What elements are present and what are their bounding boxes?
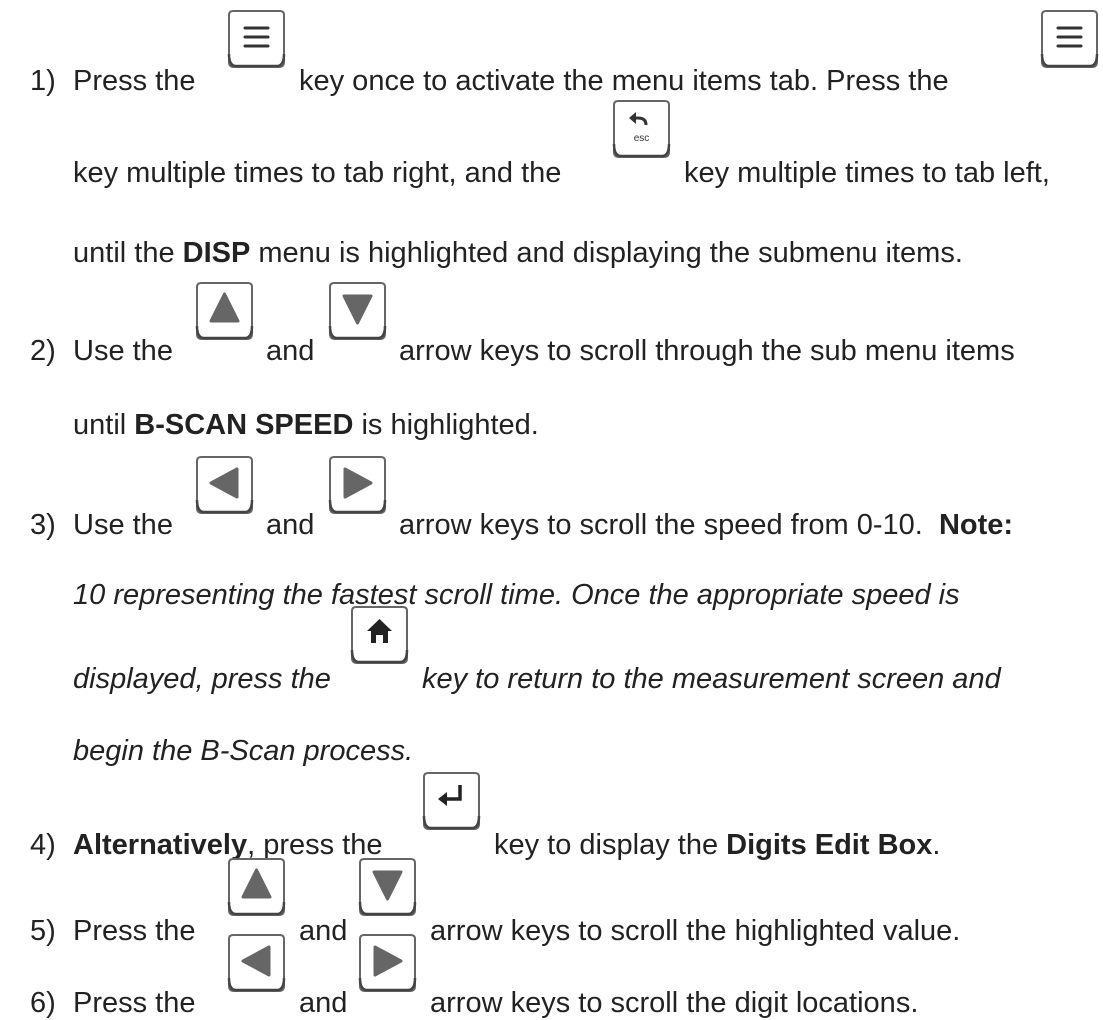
step-1-text-c: key multiple times to tab right, and the: [73, 157, 562, 189]
step-1-text-a: Press the: [73, 65, 196, 97]
step-number: 4): [30, 829, 56, 861]
step-3-line-4: begin the B-Scan process.: [73, 735, 414, 767]
step-1-text-d: key multiple times to tab left,: [684, 157, 1050, 189]
step-3-text-d: displayed, press the: [73, 663, 331, 695]
step-6-text-a: Press the: [73, 987, 196, 1019]
step-3-text-c: arrow keys to scroll the speed from 0-10…: [399, 509, 1014, 541]
step-3-text-e: key to return to the measurement screen …: [422, 663, 1001, 695]
step-5-text-a: Press the: [73, 915, 196, 947]
up-arrow-key-icon: [195, 280, 254, 342]
step-2-text-c: arrow keys to scroll through the sub men…: [399, 335, 1015, 367]
step-3-text-a: Use the: [73, 509, 173, 541]
step-2-text-a: Use the: [73, 335, 173, 367]
step-5-text-b: and: [299, 915, 348, 947]
step-number: 5): [30, 915, 56, 947]
esc-key-label: esc: [634, 133, 650, 144]
enter-key-icon: [422, 770, 481, 832]
step-2-line-2: until B-SCAN SPEED is highlighted.: [73, 409, 539, 441]
step-number: 1): [30, 65, 56, 97]
step-3-text-b: and: [266, 509, 315, 541]
menu-key-icon: [227, 8, 286, 70]
left-arrow-key-icon: [227, 932, 286, 994]
up-arrow-key-icon: [227, 856, 286, 918]
right-arrow-key-icon: [328, 454, 387, 516]
step-2-text-b: and: [266, 335, 315, 367]
step-1-line-3: until the DISP menu is highlighted and d…: [73, 237, 963, 269]
step-5-text-c: arrow keys to scroll the highlighted val…: [430, 915, 961, 947]
esc-key-icon: esc: [612, 98, 671, 160]
step-3-note-line: 10 representing the fastest scroll time.…: [73, 579, 960, 611]
step-1-text-b: key once to activate the menu items tab.…: [299, 65, 949, 97]
step-number: 2): [30, 335, 56, 367]
step-number: 6): [30, 987, 56, 1019]
home-key-icon: [350, 604, 409, 666]
down-arrow-key-icon: [328, 280, 387, 342]
step-6-text-b: and: [299, 987, 348, 1019]
down-arrow-key-icon: [358, 856, 417, 918]
step-number: 3): [30, 509, 56, 541]
right-arrow-key-icon: [358, 932, 417, 994]
left-arrow-key-icon: [195, 454, 254, 516]
step-6-text-c: arrow keys to scroll the digit locations…: [430, 987, 919, 1019]
step-4-text-b: key to display the Digits Edit Box.: [494, 829, 941, 861]
menu-key-icon: [1040, 8, 1099, 70]
